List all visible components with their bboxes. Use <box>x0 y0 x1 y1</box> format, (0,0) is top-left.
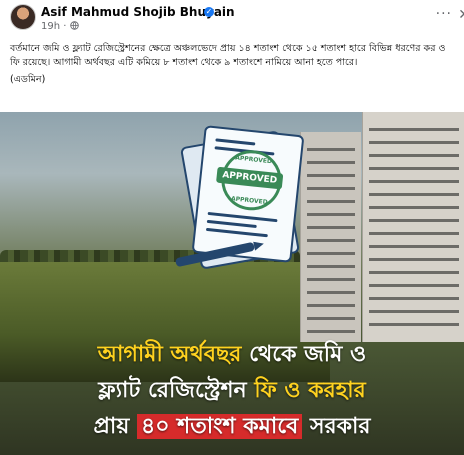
building <box>300 132 361 342</box>
headline-text: প্রায় <box>93 414 137 439</box>
approved-stamp: APPROVED APPROVED APPROVED <box>216 147 285 214</box>
post-text: বর্তমানে জমি ও ফ্ল্যাট রেজিস্ট্রেশনের ক্… <box>10 42 454 87</box>
meta-separator: · <box>63 21 67 32</box>
facebook-post-card: Asif Mahmud Shojib Bhuyain ✓ 19h · ··· ✕… <box>0 0 464 455</box>
more-options-button[interactable]: ··· <box>436 6 452 22</box>
post-body: বর্তমানে জমি ও ফ্ল্যাট রেজিস্ট্রেশনের ক্… <box>10 43 446 68</box>
stamp-label: APPROVED <box>216 166 284 190</box>
close-button[interactable]: ✕ <box>458 7 464 23</box>
stamp-top-text: APPROVED <box>234 154 273 166</box>
globe-icon <box>69 21 79 32</box>
headline-text: সরকার <box>302 414 371 439</box>
post-header: Asif Mahmud Shojib Bhuyain ✓ 19h · ··· ✕ <box>10 4 464 34</box>
post-image[interactable]: APPROVED APPROVED APPROVED আগামী অর্থবছর… <box>0 112 464 455</box>
headline-line-1: আগামী অর্থবছর থেকে জমি ও <box>0 337 464 373</box>
headline-line-2: ফ্ল্যাট রেজিস্ট্রেশন ফি ও করহার <box>0 373 464 409</box>
doc-line <box>206 219 257 229</box>
headline-text: থেকে জমি ও <box>241 342 367 367</box>
post-time[interactable]: 19h <box>41 21 60 32</box>
headline-red-box: ৪০ শতাংশ কমাবে <box>136 414 303 439</box>
avatar[interactable] <box>10 4 36 30</box>
doc-line <box>205 227 268 238</box>
headline-line-3: প্রায় ৪০ শতাংশ কমাবে সরকার <box>0 409 464 445</box>
building <box>362 112 464 342</box>
post-signature: (এডমিন) <box>10 74 46 85</box>
stamp-bottom-text: APPROVED <box>230 195 268 207</box>
headline: আগামী অর্থবছর থেকে জমি ও ফ্ল্যাট রেজিস্ট… <box>0 337 464 445</box>
post-meta: 19h · <box>41 21 79 32</box>
headline-highlight: ফি ও করহার <box>254 378 366 403</box>
verified-badge-icon: ✓ <box>204 7 214 17</box>
headline-text: ফ্ল্যাট রেজিস্ট্রেশন <box>98 378 255 403</box>
doc-line <box>215 138 256 146</box>
headline-highlight: আগামী অর্থবছর <box>97 342 242 367</box>
